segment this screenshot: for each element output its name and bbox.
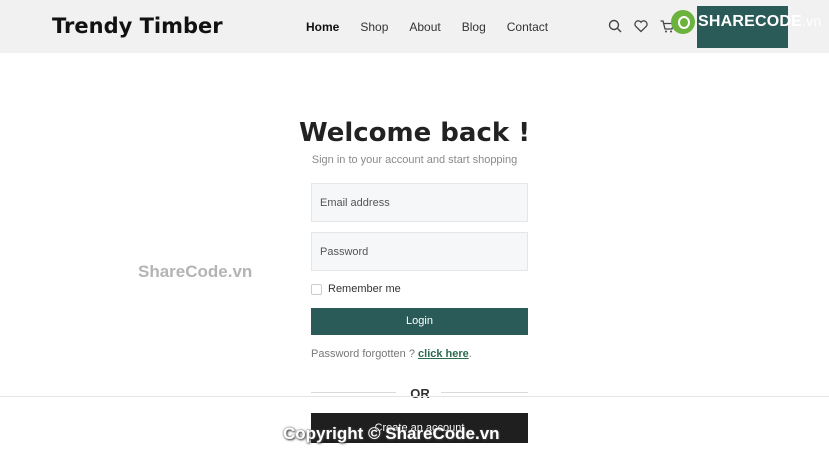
nav-about[interactable]: About [409, 20, 440, 34]
forgot-text: Password forgotten ? [311, 348, 415, 360]
sharecode-logo-text: SHARECODE [698, 13, 803, 30]
sharecode-logo-suffix: .vn [802, 13, 822, 29]
remember-checkbox[interactable] [311, 283, 322, 295]
nav-home[interactable]: Home [306, 20, 339, 34]
or-divider-left [311, 392, 396, 393]
nav-shop[interactable]: Shop [360, 20, 388, 34]
or-separator: OR [410, 386, 430, 401]
page-subtitle: Sign in to your account and start shoppi… [311, 154, 518, 166]
forgot-link[interactable]: click here [418, 348, 469, 360]
forgot-period: . [468, 348, 472, 360]
remember-me[interactable]: Remember me [311, 283, 401, 295]
brand-logo[interactable]: Trendy Timber [52, 14, 223, 38]
login-button[interactable]: Login [311, 308, 528, 335]
remember-label: Remember me [328, 283, 401, 295]
nav-contact[interactable]: Contact [507, 20, 548, 34]
section-divider [0, 396, 829, 397]
sharecode-logo-icon [671, 10, 695, 34]
page-title: Welcome back ! [298, 118, 531, 148]
site-header: Trendy Timber Home Shop About Blog Conta… [0, 0, 829, 53]
watermark-middle: ShareCode.vn [138, 262, 253, 281]
forgot-password: Password forgotten ? click here. [311, 348, 472, 360]
nav-blog[interactable]: Blog [462, 20, 486, 34]
watermark-bottom: Copyright © ShareCode.vn [283, 424, 500, 443]
or-divider-right [441, 392, 528, 393]
search-icon[interactable] [607, 18, 623, 34]
password-field[interactable] [311, 232, 528, 271]
heart-icon[interactable] [633, 18, 649, 34]
email-field[interactable] [311, 183, 528, 222]
sharecode-logo: SHARECODE.vn [671, 10, 821, 34]
main-nav: Home Shop About Blog Contact [306, 20, 569, 34]
